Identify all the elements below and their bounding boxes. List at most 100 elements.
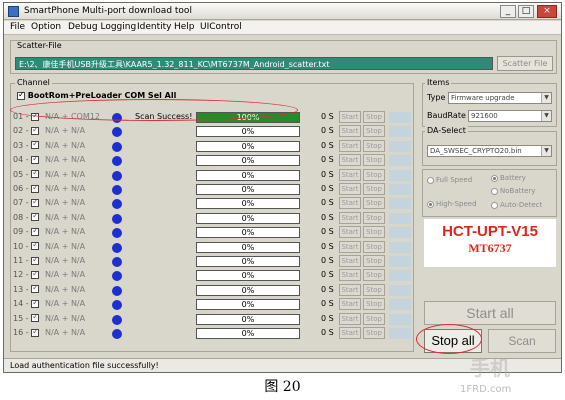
channel-stop-button[interactable]: Stop — [363, 211, 385, 224]
close-button[interactable]: × — [537, 5, 557, 18]
channel-checkbox[interactable] — [31, 283, 40, 294]
minimize-button[interactable]: _ — [500, 5, 516, 18]
channel-start-button[interactable]: Start — [339, 255, 361, 267]
channel-start-button[interactable]: Start — [339, 197, 361, 210]
channel-start-button[interactable]: Start — [339, 240, 361, 253]
battery-radio[interactable]: Battery — [491, 174, 526, 182]
type-select[interactable]: Firmware upgrade ▼ — [448, 92, 552, 104]
auto-detect-radio[interactable]: Auto-Detect — [491, 201, 542, 209]
full-speed-radio[interactable]: Full Speed — [427, 176, 472, 184]
baudrate-select[interactable]: 921600 ▼ — [468, 110, 552, 122]
channel-checkbox[interactable] — [31, 255, 40, 265]
channel-start-button[interactable]: Start — [339, 312, 361, 325]
menu-debug-logging[interactable]: Debug Logging — [68, 22, 136, 32]
channel-stop-button[interactable]: Stop — [363, 125, 385, 138]
menu-option[interactable]: Option — [31, 22, 61, 32]
channel-start-button[interactable]: Start — [339, 226, 361, 239]
stop-all-button[interactable]: Stop all — [424, 329, 482, 353]
bootrom-checkbox[interactable] — [17, 90, 25, 100]
channel-checkbox[interactable] — [31, 183, 40, 193]
bootrom-select-all[interactable]: BootRom+PreLoader COM Sel All — [17, 90, 176, 100]
channel-start-button[interactable]: Start — [339, 298, 361, 311]
channel-stop-button[interactable]: Stop — [363, 312, 385, 325]
channel-stop-button[interactable]: Stop — [363, 226, 385, 239]
channel-stop-button[interactable]: Stop — [363, 327, 385, 339]
channel-start-button[interactable]: Start — [339, 154, 361, 167]
channel-progress-bar: 0% — [196, 140, 300, 152]
high-speed-radio[interactable]: High-Speed — [427, 200, 477, 208]
channel-progress-bar: 0% — [196, 126, 300, 138]
channel-start-button[interactable]: Start — [339, 211, 361, 224]
menu-help[interactable]: Help — [174, 22, 195, 32]
channel-start-button[interactable]: Start — [339, 139, 361, 152]
baudrate-select-value: 921600 — [471, 112, 498, 120]
channel-stop-button[interactable]: Stop — [363, 298, 385, 311]
channel-checkbox[interactable] — [31, 327, 40, 337]
channel-stop-button[interactable]: Stop — [363, 183, 385, 195]
channel-indicator-strip — [389, 198, 411, 210]
menu-file[interactable]: File — [10, 22, 25, 32]
status-dot-icon — [112, 141, 122, 152]
progress-text: 100% — [236, 113, 260, 122]
scan-button[interactable]: Scan — [488, 329, 556, 353]
channel-start-button[interactable]: Start — [339, 327, 361, 339]
start-all-button[interactable]: Start all — [424, 301, 556, 325]
channel-checkbox[interactable] — [31, 154, 40, 164]
channel-start-button[interactable]: Start — [339, 111, 361, 123]
channel-time: 0 S — [321, 212, 334, 222]
main-window: SmartPhone Multi-port download tool _ □ … — [3, 2, 562, 373]
channel-checkbox[interactable] — [31, 168, 40, 179]
channel-stop-button[interactable]: Stop — [363, 139, 385, 152]
channel-label: Channel — [15, 78, 52, 87]
channel-com-port: N/A + N/A — [45, 169, 86, 179]
status-dot-icon — [112, 113, 122, 123]
channel-checkbox[interactable] — [31, 312, 40, 323]
channel-stop-button[interactable]: Stop — [363, 168, 385, 181]
channel-stop-button[interactable]: Stop — [363, 154, 385, 167]
channel-checkbox[interactable] — [31, 197, 40, 207]
channel-start-button[interactable]: Start — [339, 125, 361, 138]
channel-stop-button[interactable]: Stop — [363, 283, 385, 296]
channel-index: 06 - — [13, 183, 40, 193]
no-battery-radio[interactable]: NoBattery — [491, 187, 535, 195]
channel-checkbox[interactable] — [31, 269, 40, 279]
channel-checkbox[interactable] — [31, 298, 40, 308]
channel-checkbox[interactable] — [31, 240, 40, 251]
channel-stop-button[interactable]: Stop — [363, 197, 385, 210]
scatter-path-field[interactable]: E:\2、康佳手机USB升级工具\KAAR5_1.32_811_KC\MT673… — [15, 57, 493, 70]
channel-time: 0 S — [321, 112, 334, 121]
channel-progress-bar: 0% — [196, 184, 300, 195]
title-bar: SmartPhone Multi-port download tool _ □ … — [4, 3, 561, 20]
channel-checkbox[interactable] — [31, 125, 40, 135]
da-select[interactable]: DA_SWSEC_CRYPTO20.bin ▼ — [427, 145, 552, 157]
status-dot-icon — [112, 213, 122, 224]
status-dot-icon — [112, 300, 122, 311]
channel-progress-bar: 0% — [196, 241, 300, 253]
channel-progress-bar: 0% — [196, 198, 300, 210]
menu-bar: File Option Debug Logging Identity Help … — [4, 21, 561, 35]
scatter-file-group: Scatter-File E:\2、康佳手机USB升级工具\KAAR5_1.32… — [10, 40, 557, 74]
channel-start-button[interactable]: Start — [339, 283, 361, 296]
channel-row: 11 - N/A + N/A 0% 0 S StartStop — [11, 255, 413, 269]
channel-start-button[interactable]: Start — [339, 168, 361, 181]
channel-stop-button[interactable]: Stop — [363, 111, 385, 123]
channel-start-button[interactable]: Start — [339, 183, 361, 195]
channel-index: 09 - — [13, 226, 40, 236]
channel-index: 07 - — [13, 197, 40, 207]
maximize-button[interactable]: □ — [518, 5, 534, 18]
channel-checkbox[interactable] — [31, 111, 40, 121]
channel-start-button[interactable]: Start — [339, 269, 361, 282]
channel-checkbox[interactable] — [31, 139, 40, 150]
channel-stop-button[interactable]: Stop — [363, 255, 385, 267]
channel-row: 13 - N/A + N/A 0% 0 S StartStop — [11, 283, 413, 298]
channel-checkbox[interactable] — [31, 226, 40, 236]
channel-checkbox[interactable] — [31, 211, 40, 222]
channel-stop-button[interactable]: Stop — [363, 269, 385, 282]
menu-uicontrol[interactable]: UIControl — [200, 22, 242, 32]
channel-row: 04 - N/A + N/A 0% 0 S StartStop — [11, 154, 413, 168]
menu-identity[interactable]: Identity — [137, 22, 172, 32]
channel-indicator-strip — [389, 227, 411, 239]
channel-row: 12 - N/A + N/A 0% 0 S StartStop — [11, 269, 413, 283]
channel-stop-button[interactable]: Stop — [363, 240, 385, 253]
scatter-file-button[interactable]: Scatter File — [497, 56, 553, 71]
